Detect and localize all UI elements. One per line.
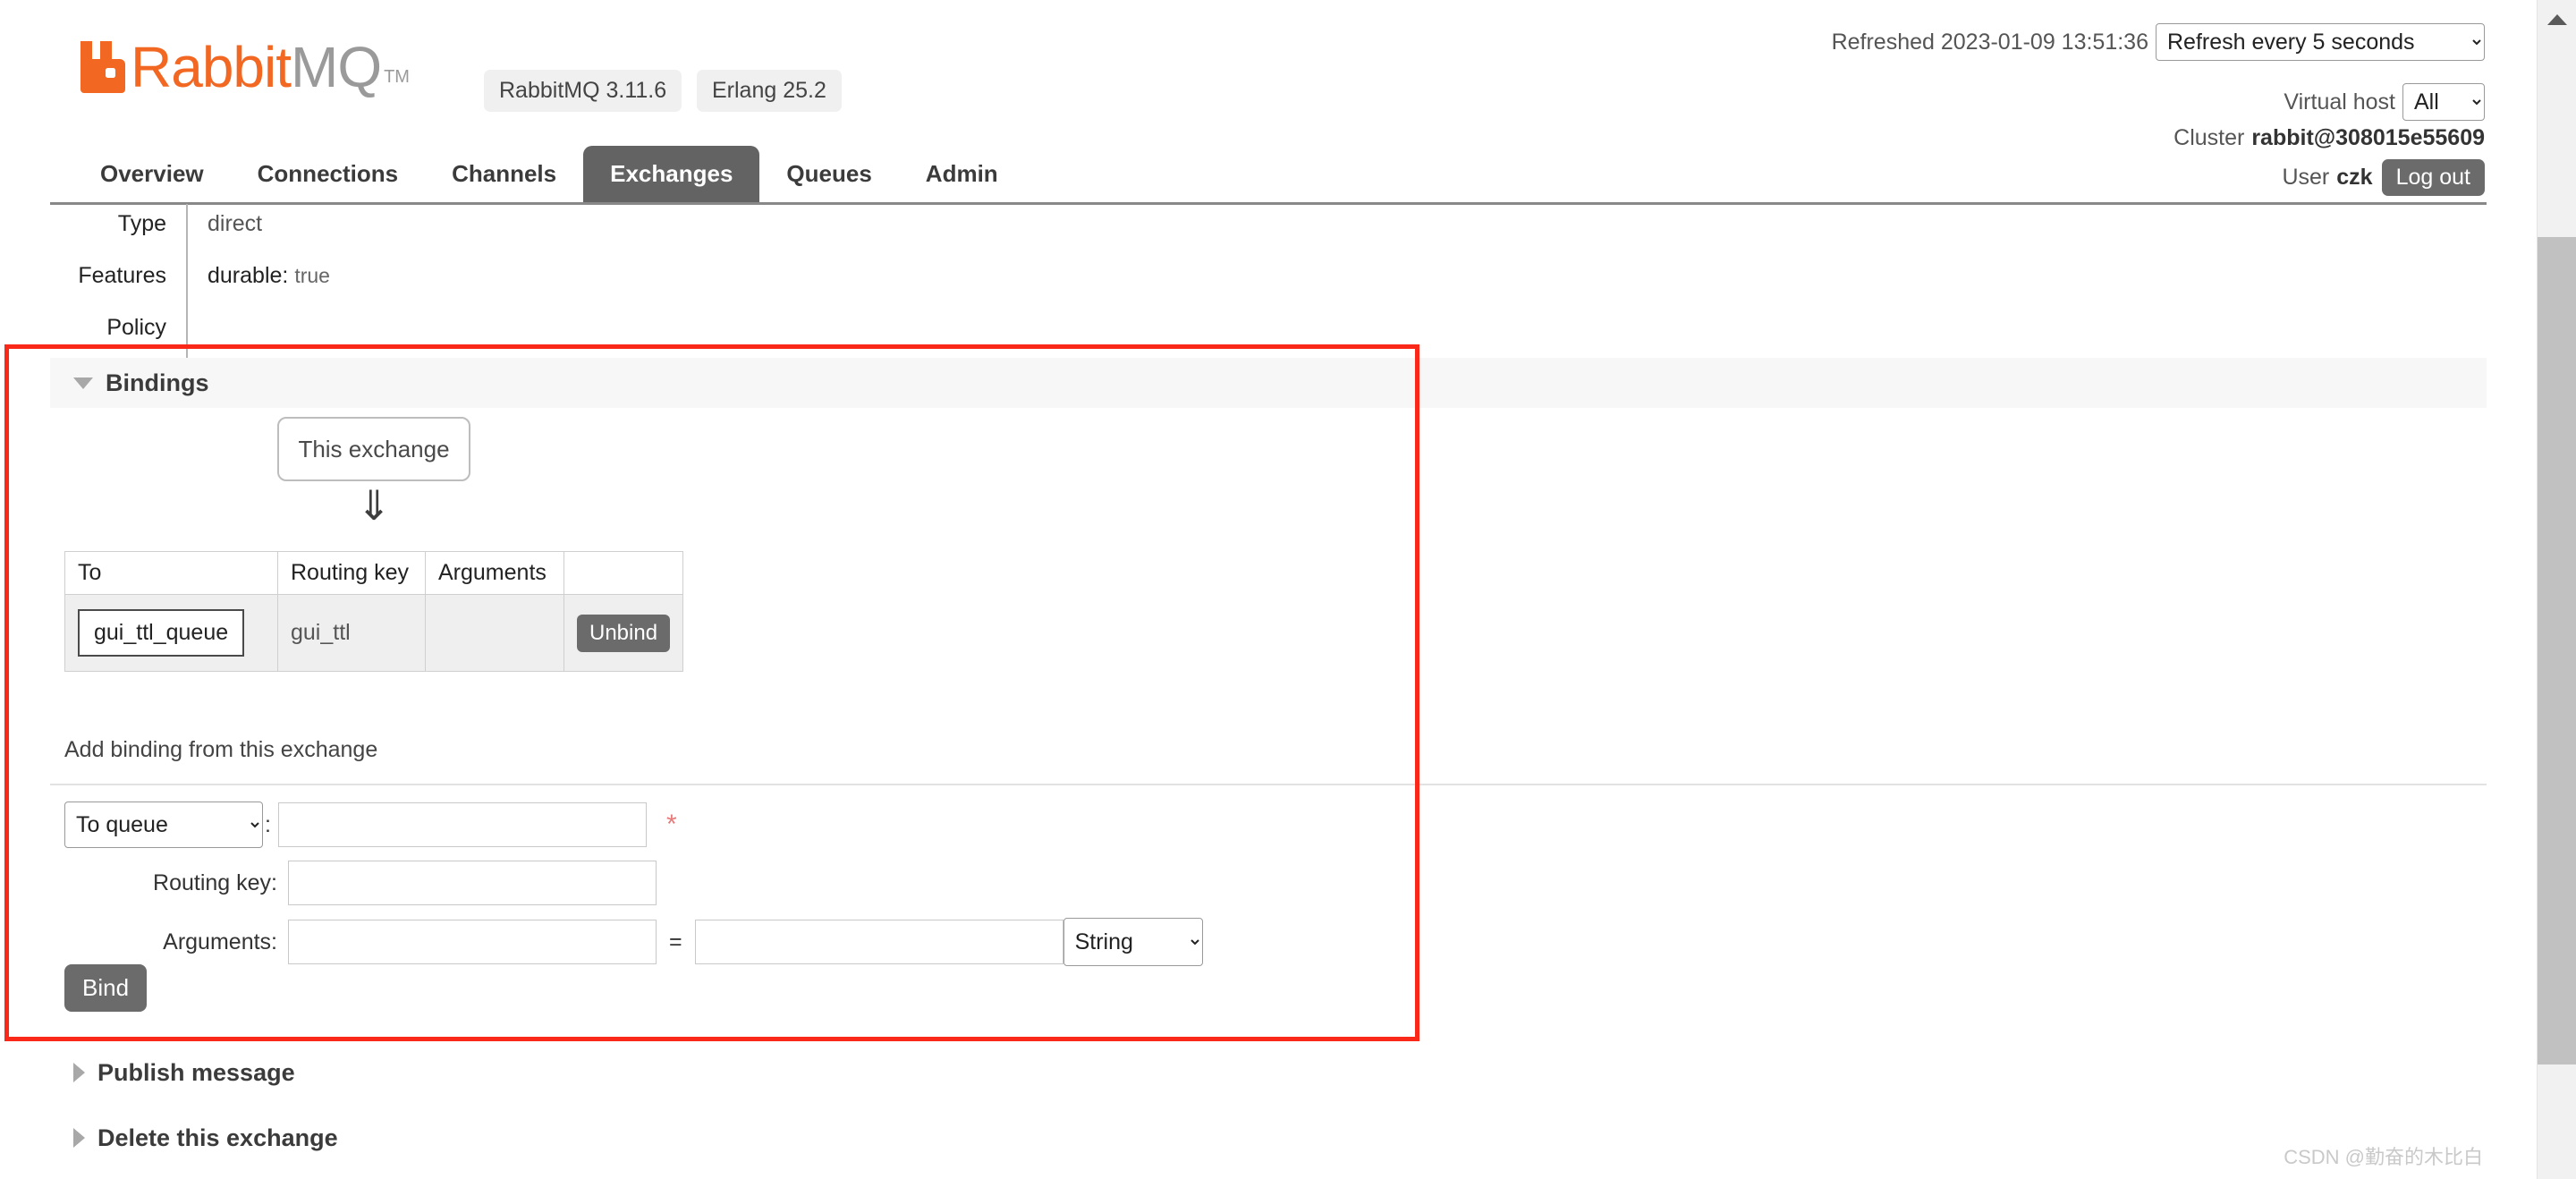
detail-value-features: durable: true — [186, 256, 1123, 308]
cluster-name: rabbit@308015e55609 — [2251, 125, 2485, 150]
flow-arrow-icon: ⇓ — [356, 482, 392, 529]
argument-key-input[interactable] — [288, 920, 657, 964]
refresh-interval-select[interactable]: Refresh every 5 seconds — [2156, 23, 2485, 61]
routing-key-label: Routing key: — [153, 869, 277, 895]
main-navigation: Overview Connections Channels Exchanges … — [73, 146, 1025, 204]
user-label: User — [2282, 165, 2330, 190]
detail-key-features: Features — [78, 263, 166, 288]
tab-channels[interactable]: Channels — [425, 146, 583, 204]
argument-type-select[interactable]: String — [1063, 918, 1203, 966]
virtual-host-select[interactable]: All — [2402, 83, 2485, 121]
feature-durable-label: durable: — [208, 263, 289, 288]
bindings-table: To Routing key Arguments gui_ttl_queue g… — [64, 551, 684, 672]
add-binding-form: To queue : * Routing key: Arguments: = S… — [64, 802, 1317, 979]
cluster-row: Cluster rabbit@308015e55609 — [2174, 125, 2485, 151]
detail-row-type: Type direct — [50, 204, 1123, 256]
erlang-version-badge: Erlang 25.2 — [697, 70, 842, 112]
delete-exchange-section[interactable]: Delete this exchange — [50, 1116, 2487, 1159]
watermark-text: CSDN @勤奋的木比白 — [2284, 1146, 2483, 1168]
virtual-host-label: Virtual host — [2284, 89, 2395, 115]
binding-queue-link[interactable]: gui_ttl_queue — [78, 609, 245, 657]
argument-value-input[interactable] — [694, 920, 1063, 964]
caret-up-icon — [2546, 14, 2567, 25]
binding-arguments-cell — [425, 594, 564, 672]
required-marker: * — [665, 810, 677, 839]
routing-key-input[interactable] — [288, 861, 657, 905]
column-header-to: To — [64, 551, 278, 595]
detail-row-features: Features durable: true — [50, 256, 1123, 308]
detail-value-policy — [186, 308, 1123, 360]
bindings-section-title: Bindings — [106, 369, 209, 396]
tab-queues[interactable]: Queues — [759, 146, 898, 204]
tab-overview[interactable]: Overview — [73, 146, 231, 204]
tab-admin[interactable]: Admin — [899, 146, 1025, 204]
arguments-label: Arguments: — [163, 929, 277, 954]
detail-row-policy: Policy — [50, 308, 1123, 360]
logo-brand-secondary: MQ — [291, 35, 382, 99]
refresh-status-row: Refreshed 2023-01-09 13:51:36 Refresh ev… — [1832, 23, 2485, 61]
bind-button[interactable]: Bind — [64, 964, 148, 1012]
arguments-equals-sign: = — [669, 929, 682, 954]
page-viewport: RabbitMQ TM RabbitMQ 3.11.6 Erlang 25.2 … — [0, 0, 2537, 1179]
refreshed-timestamp: Refreshed 2023-01-09 13:51:36 — [1831, 29, 2148, 55]
add-binding-divider — [50, 784, 2487, 785]
detail-key-policy: Policy — [106, 315, 166, 340]
detail-value-type: direct — [186, 204, 1123, 256]
table-row: gui_ttl_queue gui_ttl Unbind — [64, 594, 684, 672]
unbind-button[interactable]: Unbind — [577, 614, 671, 652]
chevron-right-icon — [73, 1063, 85, 1082]
delete-exchange-title: Delete this exchange — [97, 1124, 338, 1151]
binding-routing-key-cell: gui_ttl — [277, 594, 426, 672]
logo-brand-primary: Rabbit — [131, 35, 292, 99]
rabbitmq-logo[interactable]: RabbitMQ TM — [79, 38, 410, 96]
publish-message-section[interactable]: Publish message — [50, 1051, 2487, 1094]
rabbitmq-version-badge: RabbitMQ 3.11.6 — [484, 70, 682, 112]
logout-button[interactable]: Log out — [2381, 159, 2485, 196]
chevron-down-icon — [73, 377, 93, 389]
user-name: czk — [2336, 165, 2373, 190]
binding-destination-input[interactable] — [277, 802, 647, 847]
cluster-label: Cluster — [2174, 125, 2245, 150]
binding-destination-cell: gui_ttl_queue — [64, 594, 278, 672]
form-row-routing-key: Routing key: — [64, 861, 1317, 905]
tab-exchanges[interactable]: Exchanges — [583, 146, 760, 204]
detail-key-type: Type — [117, 211, 166, 236]
bindings-table-header-row: To Routing key Arguments — [64, 551, 684, 595]
column-header-routing-key: Routing key — [277, 551, 426, 595]
feature-durable-value: true — [294, 264, 330, 287]
form-row-destination: To queue : * — [64, 802, 1317, 848]
bindings-section-header[interactable]: Bindings — [50, 358, 2487, 408]
column-header-actions — [563, 551, 684, 595]
logo-trademark: TM — [384, 67, 410, 87]
column-header-arguments: Arguments — [425, 551, 564, 595]
destination-colon: : — [265, 811, 271, 837]
virtual-host-row: Virtual host All — [2284, 83, 2485, 121]
publish-message-title: Publish message — [97, 1058, 295, 1086]
rabbit-logo-icon — [79, 38, 125, 93]
tab-connections[interactable]: Connections — [231, 146, 425, 204]
chevron-right-icon — [73, 1128, 85, 1148]
page-header: RabbitMQ TM RabbitMQ 3.11.6 Erlang 25.2 … — [0, 0, 2537, 205]
exchange-details-table: Type direct Features durable: true Polic… — [50, 204, 1123, 360]
vertical-scrollbar[interactable] — [2537, 0, 2576, 1179]
binding-destination-type-select[interactable]: To queue — [64, 802, 263, 848]
this-exchange-node: This exchange — [277, 417, 470, 481]
add-binding-title: Add binding from this exchange — [64, 737, 378, 762]
scrollbar-up-arrow-icon[interactable] — [2538, 0, 2576, 39]
scrollbar-thumb[interactable] — [2538, 237, 2576, 1064]
user-row: User czk Log out — [2282, 159, 2485, 196]
binding-action-cell: Unbind — [563, 594, 684, 672]
form-row-arguments: Arguments: = String — [64, 918, 1317, 966]
rabbitmq-management-page: RabbitMQ TM RabbitMQ 3.11.6 Erlang 25.2 … — [0, 0, 2576, 1179]
